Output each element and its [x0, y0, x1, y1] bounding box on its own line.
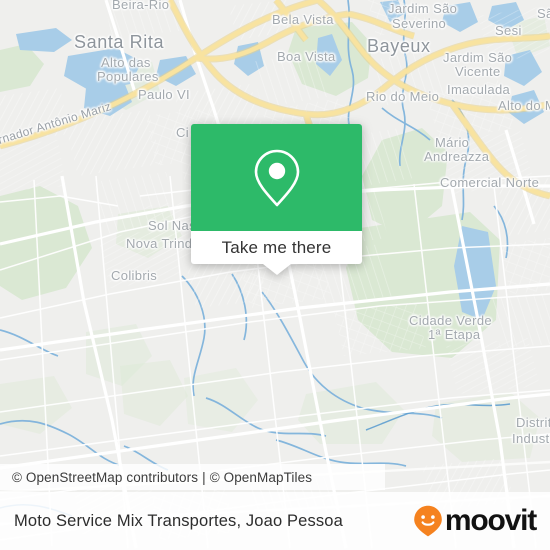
map-attribution-bar: © OpenStreetMap contributors | © OpenMap… [0, 464, 385, 490]
popup-footer[interactable]: Take me there [191, 231, 362, 264]
take-me-there-label[interactable]: Take me there [222, 238, 332, 258]
map-popup-card[interactable]: Take me there [191, 124, 362, 275]
attribution-separator: | [202, 469, 206, 485]
place-title: Moto Service Mix Transportes, Joao Pesso… [14, 511, 343, 530]
moovit-pin-icon [414, 505, 442, 537]
map-pin-icon [254, 149, 299, 206]
moovit-wordmark: moovit [444, 504, 537, 537]
attribution-openmaptiles[interactable]: © OpenMapTiles [210, 470, 312, 485]
popup-tail-pointer [262, 264, 291, 275]
attribution-osm[interactable]: © OpenStreetMap contributors [12, 470, 198, 485]
bottom-info-bar: Moto Service Mix Transportes, Joao Pesso… [0, 492, 550, 550]
moovit-logo[interactable]: moovit [413, 504, 537, 537]
popup-image-placeholder [191, 124, 362, 231]
